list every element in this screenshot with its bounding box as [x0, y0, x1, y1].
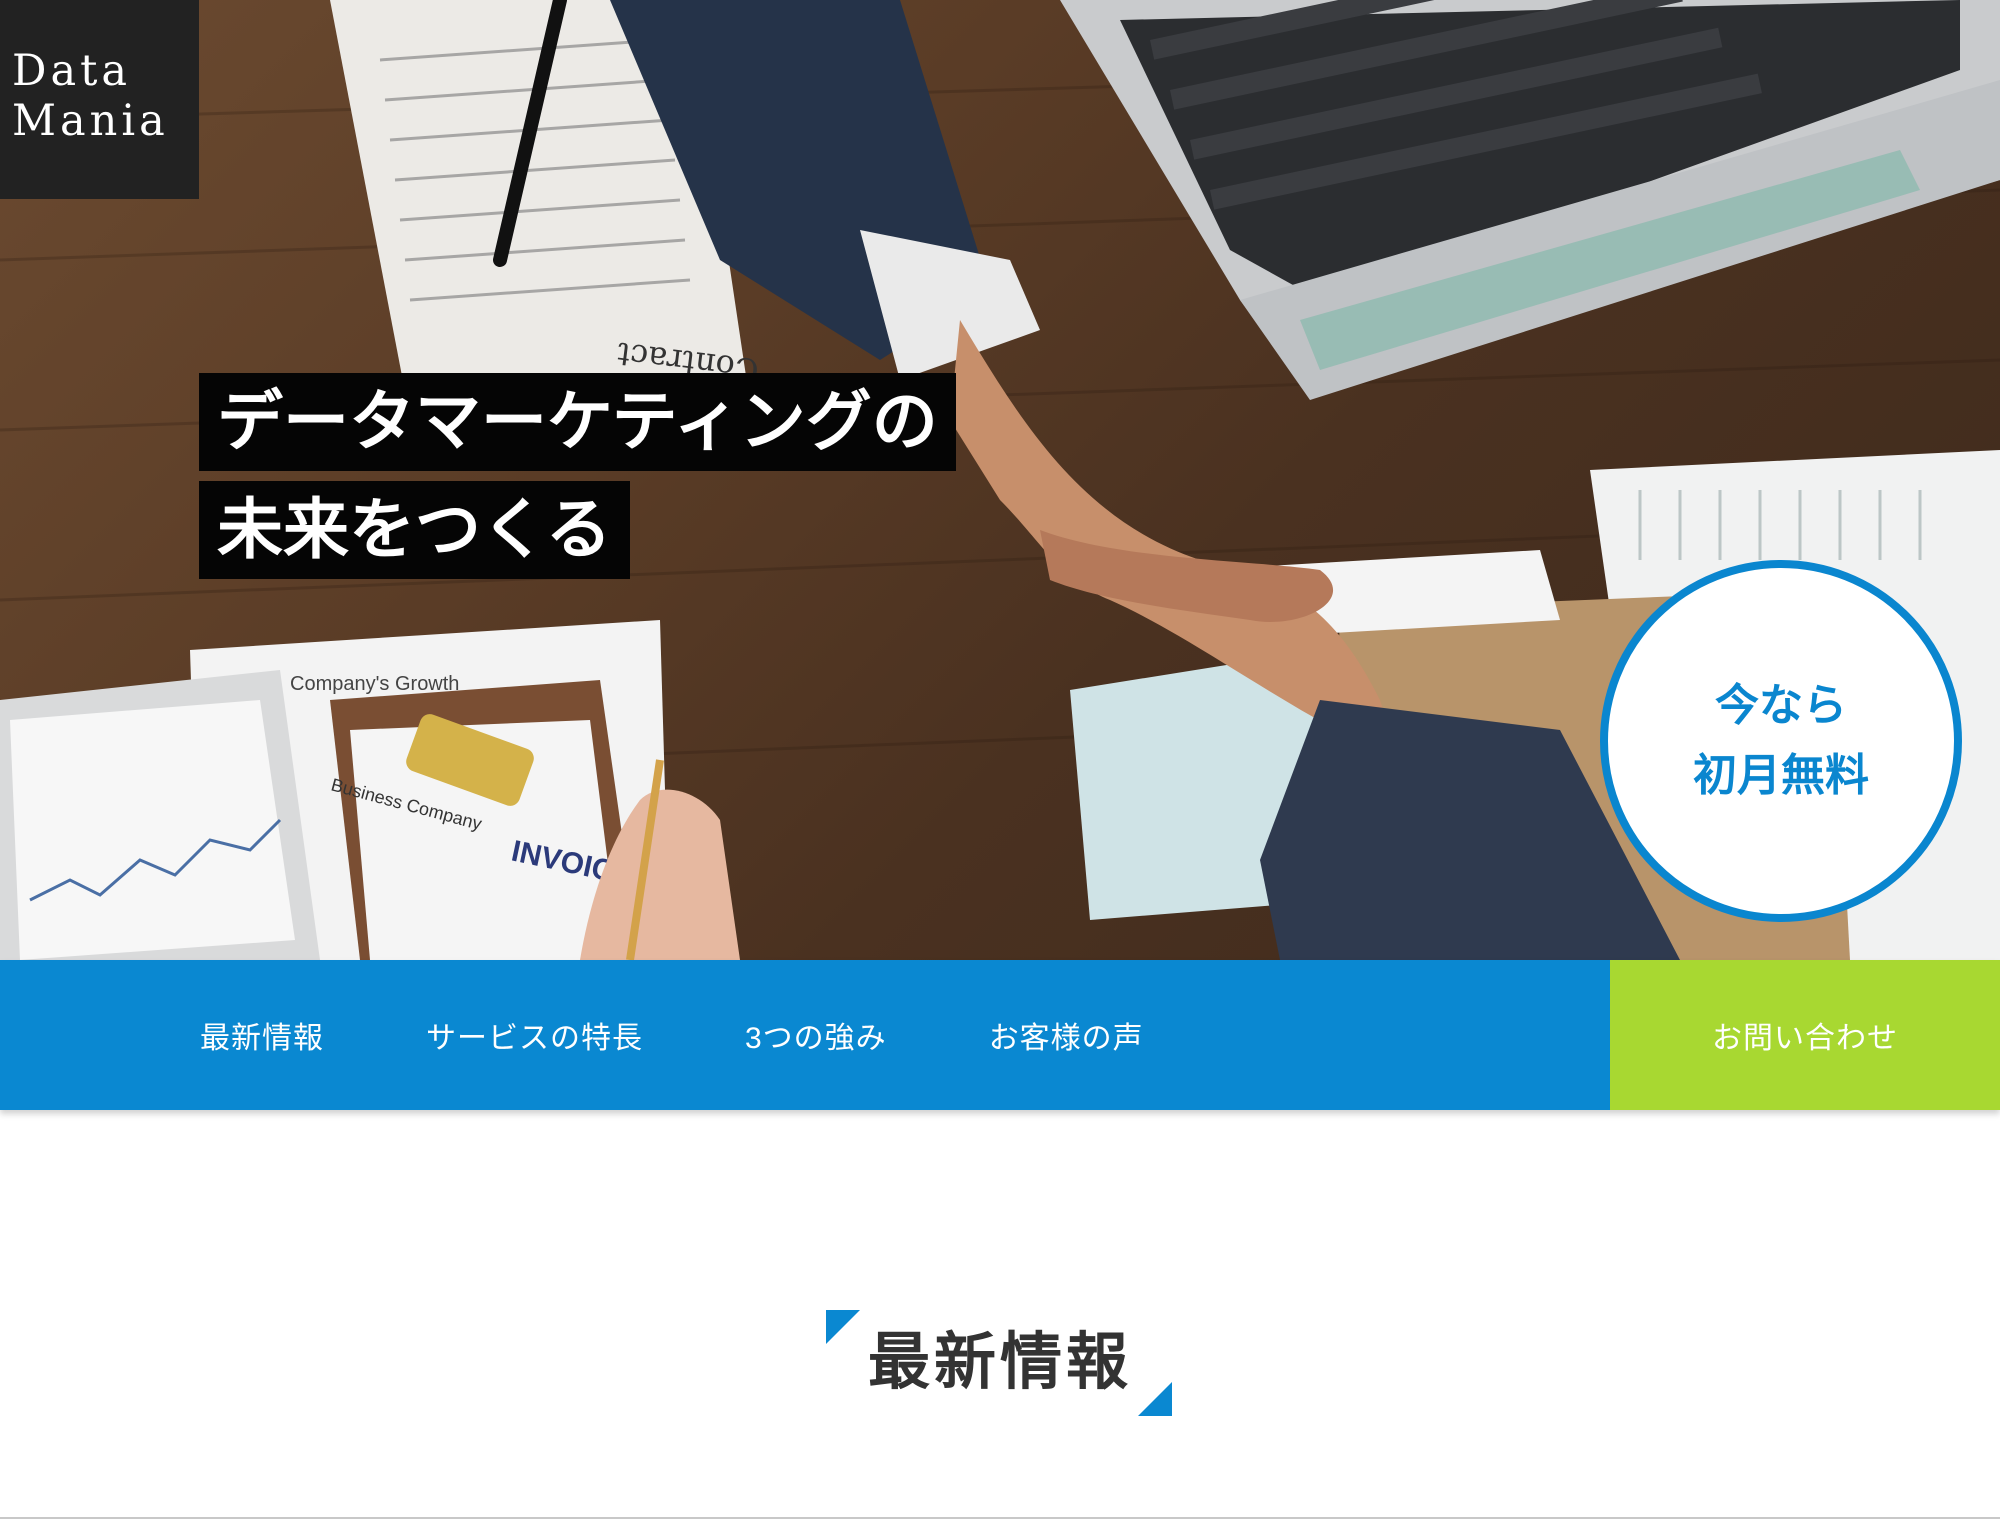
free-trial-badge[interactable]: 今なら 初月無料 — [1600, 560, 1962, 922]
nav-menu: 最新情報 サービスの特長 3つの強み お客様の声 — [0, 960, 1610, 1110]
news-section-heading: 最新情報 — [0, 1300, 2000, 1424]
section-title: 最新情報 — [867, 1325, 1132, 1398]
logo-line-1: Data — [12, 46, 132, 96]
global-nav: 最新情報 サービスの特長 3つの強み お客様の声 お問い合わせ — [0, 960, 2000, 1110]
heading-corner-bottom-right — [1138, 1382, 1172, 1416]
nav-item-news[interactable]: 最新情報 — [200, 1013, 324, 1057]
badge-line-2: 初月無料 — [1693, 750, 1869, 801]
headline-line-2: 未来をつくる — [199, 481, 630, 579]
growth-paper-text: Company's Growth — [290, 673, 459, 695]
nav-item-features[interactable]: サービスの特長 — [426, 1013, 643, 1057]
hero-section: Contract Company's Growth Business Compa… — [0, 0, 2000, 960]
hero-headline: データマーケティングの 未来をつくる — [199, 373, 956, 579]
contact-button[interactable]: お問い合わせ — [1610, 960, 2000, 1110]
headline-line-1: データマーケティングの — [199, 373, 956, 471]
nav-item-testimonials[interactable]: お客様の声 — [989, 1013, 1144, 1057]
badge-line-1: 今なら — [1715, 680, 1847, 731]
site-logo[interactable]: Data Mania — [0, 0, 199, 199]
logo-line-2: Mania — [12, 96, 169, 146]
nav-item-strengths[interactable]: 3つの強み — [745, 1013, 887, 1057]
